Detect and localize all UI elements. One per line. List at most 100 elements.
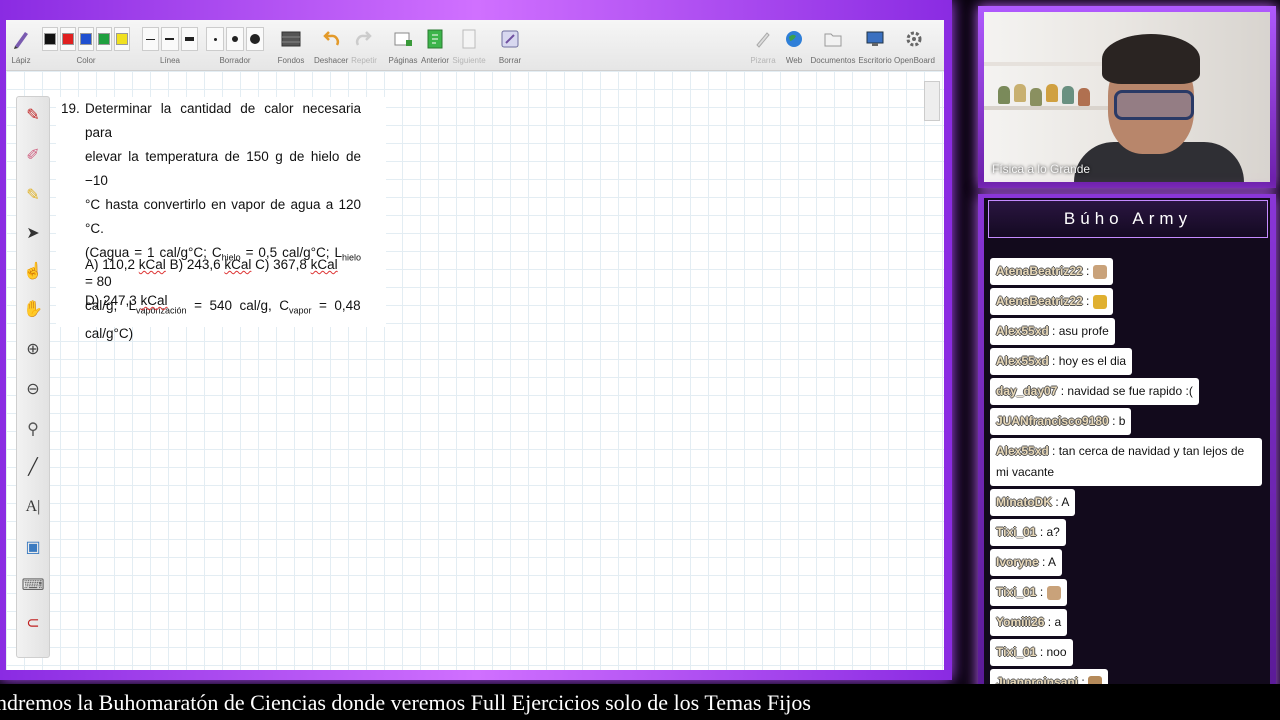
folder-icon	[810, 24, 856, 54]
documents-button[interactable]: Documentos	[810, 24, 856, 68]
pages-icon	[388, 24, 418, 54]
line-medium[interactable]	[161, 27, 179, 51]
chat-username[interactable]: JUANfrancisco9180	[996, 414, 1109, 428]
pages-button[interactable]: Páginas	[388, 24, 418, 68]
chat-text: a?	[1046, 525, 1060, 539]
laser-pointer-icon[interactable]: ⚲	[23, 419, 43, 439]
ticker-text: ndremos la Buhomaratón de Ciencias donde…	[0, 690, 811, 715]
color-picker[interactable]: Color	[42, 24, 130, 68]
zoom-out-icon[interactable]: ⊖	[23, 379, 43, 399]
eraser-icon[interactable]: ✐	[23, 145, 43, 165]
undo-button[interactable]: Deshacer	[314, 24, 348, 68]
cat-emote-icon	[1046, 585, 1061, 600]
previous-page-button[interactable]: Anterior	[420, 24, 450, 68]
eraser-large[interactable]	[246, 27, 264, 51]
pen-icon[interactable]: ✎	[23, 105, 43, 125]
webcam-frame: Física a lo Grande	[978, 6, 1276, 188]
next-page-button[interactable]: Siguiente	[452, 24, 486, 68]
text-tool-icon[interactable]: A|	[23, 497, 43, 517]
openboard-menu-button[interactable]: OpenBoard	[894, 24, 935, 68]
chat-frame: Búho Army AtenaBeatriz22 : AtenaBeatriz2…	[978, 194, 1276, 696]
chat-text: b	[1118, 414, 1126, 428]
undo-icon	[314, 24, 348, 54]
chat-username[interactable]: Tixi_01	[996, 525, 1036, 539]
eraser-medium[interactable]	[226, 27, 244, 51]
clear-icon	[496, 24, 524, 54]
magnet-icon[interactable]: ⊂	[23, 613, 43, 633]
globe-icon	[780, 24, 808, 54]
color-blue[interactable]	[78, 27, 94, 51]
zoom-in-icon[interactable]: ⊕	[23, 339, 43, 359]
background-icon	[276, 24, 306, 54]
redo-icon	[350, 24, 378, 54]
color-yellow[interactable]	[114, 27, 130, 51]
interact-hand-icon[interactable]: ☝	[23, 261, 43, 281]
cheer-emote-icon	[1092, 294, 1107, 309]
chat-username[interactable]: Alex55xd	[996, 354, 1049, 368]
chat-message: Tixi_01 : a?	[990, 519, 1066, 546]
chat-message: JUANfrancisco9180 : b	[990, 408, 1132, 435]
chat-panel: Búho Army AtenaBeatriz22 : AtenaBeatriz2…	[984, 198, 1270, 692]
marker-icon[interactable]: ✎	[23, 185, 43, 205]
chat-message: Tixi_01 :	[990, 579, 1067, 606]
gear-icon	[894, 24, 934, 54]
problem-line: cal/g°C)	[85, 326, 134, 342]
chat-username[interactable]: Tixi_01	[996, 585, 1036, 599]
problem-line: °C hasta convertirlo en vapor de agua a …	[85, 197, 361, 236]
answer-options-abc: A) 110,2 kCal B) 243,6 kCal C) 367,8 kCa…	[85, 257, 338, 272]
desktop-button[interactable]: Escritorio	[858, 24, 892, 68]
chat-username[interactable]: day_day07	[996, 384, 1057, 398]
eraser-small[interactable]	[206, 27, 224, 51]
board-mode-button[interactable]: Pizarra	[748, 24, 778, 68]
chat-username[interactable]: AtenaBeatriz22	[996, 264, 1083, 278]
channel-name: Física a lo Grande	[992, 162, 1091, 176]
chat-text: noo	[1046, 645, 1067, 659]
eraser-size-selector[interactable]: Borrador	[206, 24, 264, 68]
color-black[interactable]	[42, 27, 58, 51]
shelf	[984, 62, 1114, 66]
chat-message: day_day07 : navidad se fue rapido :(	[990, 378, 1199, 405]
cat-emote-icon	[1092, 264, 1107, 279]
chat-username[interactable]: Tixi_01	[996, 645, 1036, 659]
problem-line: Determinar la cantidad de calor necesari…	[85, 101, 361, 140]
line-thin[interactable]	[142, 27, 160, 51]
web-button[interactable]: Web	[780, 24, 808, 68]
pan-hand-icon[interactable]: ✋	[23, 299, 43, 319]
keyboard-icon[interactable]: ⌨	[21, 575, 44, 595]
next-icon	[452, 24, 486, 54]
whiteboard-frame: Lápiz Color Línea Borrador Fondos Deshac…	[0, 0, 952, 680]
chat-username[interactable]: Ivoryne	[996, 555, 1039, 569]
chat-message: MinatoDK : A	[990, 489, 1076, 516]
page-scroll-handle[interactable]	[924, 81, 940, 121]
chat-username[interactable]: MinatoDK	[996, 495, 1052, 509]
webcam-feed: Física a lo Grande	[984, 12, 1270, 182]
chat-username[interactable]: Alex55xd	[996, 444, 1049, 458]
chat-text: navidad se fue rapido :(	[1067, 384, 1193, 398]
line-tool-icon[interactable]: ╱	[23, 457, 43, 477]
chat-text: A	[1048, 555, 1057, 569]
chat-text: hoy es el dia	[1058, 354, 1127, 368]
capture-icon[interactable]: ▣	[23, 537, 43, 557]
top-toolbar: Lápiz Color Línea Borrador Fondos Deshac…	[6, 20, 944, 71]
redo-button[interactable]: Repetir	[350, 24, 378, 68]
selector-arrow-icon[interactable]: ➤	[23, 223, 43, 243]
drawing-canvas[interactable]: ✎ ✐ ✎ ➤ ☝ ✋ ⊕ ⊖ ⚲ ╱ A| ▣ ⌨ ⊂ 19. Determi…	[6, 71, 944, 670]
line-thick[interactable]	[180, 27, 198, 51]
pen-tool-button[interactable]: Lápiz	[8, 24, 34, 68]
color-green[interactable]	[96, 27, 112, 51]
backgrounds-button[interactable]: Fondos	[276, 24, 306, 68]
answer-option-d: D) 247,3 kCal	[85, 293, 168, 308]
chat-username[interactable]: Alex55xd	[996, 324, 1049, 338]
chat-username[interactable]: AtenaBeatriz22	[996, 294, 1083, 308]
presenter-glasses	[1114, 90, 1194, 120]
problem-statement: 19. Determinar la cantidad de calor nece…	[56, 97, 386, 341]
line-width-selector[interactable]: Línea	[142, 24, 198, 68]
chat-text: asu profe	[1058, 324, 1109, 338]
chat-text: A	[1061, 495, 1070, 509]
clear-page-button[interactable]: Borrar	[496, 24, 524, 68]
chat-username[interactable]: Yomiii26	[996, 615, 1044, 629]
chat-message: AtenaBeatriz22 :	[990, 258, 1113, 285]
presenter-hair	[1102, 34, 1200, 84]
color-red[interactable]	[60, 27, 76, 51]
chat-message: Alex55xd : tan cerca de navidad y tan le…	[990, 438, 1262, 486]
